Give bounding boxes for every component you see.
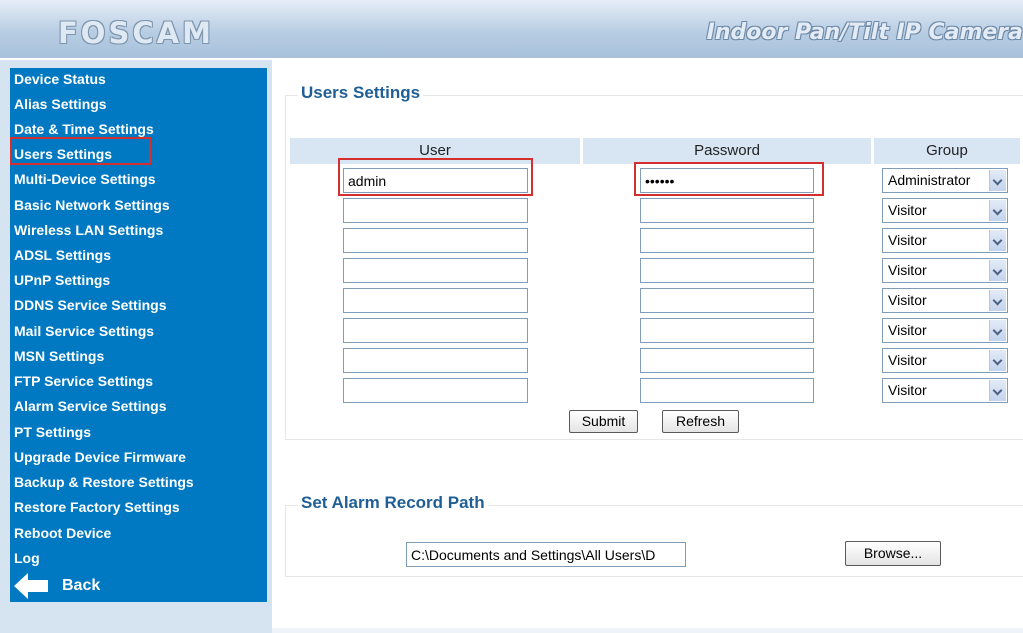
user-group-select[interactable]: Visitor [882,198,1008,223]
refresh-button[interactable]: Refresh [662,410,739,433]
user-name-input[interactable] [343,258,528,283]
camera-model-title: Indoor Pan/Tilt IP Camera [706,20,1023,45]
user-password-input[interactable] [640,318,814,343]
back-label: Back [62,577,101,594]
users-settings-title: Users Settings [298,83,424,103]
user-name-input[interactable] [343,318,528,343]
sidebar-item-backup-restore-settings[interactable]: Backup & Restore Settings [14,471,194,494]
chevron-down-icon[interactable] [989,380,1006,401]
user-group-value: Visitor [888,382,927,398]
sidebar-item-ddns-service-settings[interactable]: DDNS Service Settings [14,294,167,317]
user-group-value: Administrator [888,172,971,188]
user-group-value: Visitor [888,262,927,278]
sidebar-item-wireless-lan-settings[interactable]: Wireless LAN Settings [14,219,163,242]
user-name-input[interactable] [343,198,528,223]
user-input-highlight [338,158,533,196]
user-group-value: Visitor [888,232,927,248]
user-group-value: Visitor [888,352,927,368]
chevron-down-icon[interactable] [989,230,1006,251]
sidebar-item-log[interactable]: Log [14,547,40,570]
column-header-password: Password [583,138,871,164]
user-password-input[interactable] [640,198,814,223]
sidebar-item-reboot-device[interactable]: Reboot Device [14,522,111,545]
sidebar-item-msn-settings[interactable]: MSN Settings [14,345,104,368]
sidebar-item-alias-settings[interactable]: Alias Settings [14,93,107,116]
chevron-down-icon[interactable] [989,290,1006,311]
user-password-input[interactable] [640,228,814,253]
chevron-down-icon[interactable] [989,200,1006,221]
chevron-down-icon[interactable] [989,170,1006,191]
user-password-input[interactable] [640,258,814,283]
user-password-input[interactable] [640,378,814,403]
sidebar-item-upnp-settings[interactable]: UPnP Settings [14,269,110,292]
user-group-value: Visitor [888,292,927,308]
user-group-select[interactable]: Visitor [882,258,1008,283]
user-name-input[interactable] [343,288,528,313]
user-password-input[interactable] [640,288,814,313]
user-group-select[interactable]: Visitor [882,228,1008,253]
user-group-select[interactable]: Visitor [882,318,1008,343]
chevron-down-icon[interactable] [989,260,1006,281]
sidebar-item-multi-device-settings[interactable]: Multi-Device Settings [14,168,156,191]
user-group-value: Visitor [888,322,927,338]
sidebar-item-restore-factory-settings[interactable]: Restore Factory Settings [14,496,180,519]
back-button[interactable]: Back [14,572,100,600]
header-banner: FOSCAM Indoor Pan/Tilt IP Camera [0,0,1023,60]
back-arrow-icon [14,573,48,599]
user-group-select[interactable]: Administrator [882,168,1008,193]
user-group-select[interactable]: Visitor [882,348,1008,373]
sidebar-item-ftp-service-settings[interactable]: FTP Service Settings [14,370,153,393]
user-name-input[interactable] [343,378,528,403]
foscam-logo: FOSCAM [58,16,214,50]
alarm-record-path-title: Set Alarm Record Path [298,493,488,513]
bottom-strip [272,628,1023,633]
sidebar-item-device-status[interactable]: Device Status [14,68,106,91]
submit-button[interactable]: Submit [569,410,638,433]
sidebar-item-basic-network-settings[interactable]: Basic Network Settings [14,194,170,217]
chevron-down-icon[interactable] [989,320,1006,341]
user-name-input[interactable] [343,348,528,373]
sidebar-item-upgrade-device-firmware[interactable]: Upgrade Device Firmware [14,446,186,469]
user-password-input[interactable] [640,348,814,373]
column-header-group: Group [874,138,1020,164]
active-item-highlight [10,137,151,165]
user-group-value: Visitor [888,202,927,218]
alarm-path-input[interactable] [406,542,686,567]
chevron-down-icon[interactable] [989,350,1006,371]
sidebar-item-alarm-service-settings[interactable]: Alarm Service Settings [14,395,167,418]
sidebar-item-adsl-settings[interactable]: ADSL Settings [14,244,111,267]
user-name-input[interactable] [343,228,528,253]
sidebar-item-pt-settings[interactable]: PT Settings [14,421,91,444]
sidebar-item-mail-service-settings[interactable]: Mail Service Settings [14,320,154,343]
password-input-highlight [634,162,824,196]
user-group-select[interactable]: Visitor [882,378,1008,403]
user-group-select[interactable]: Visitor [882,288,1008,313]
browse-button[interactable]: Browse... [845,541,941,566]
